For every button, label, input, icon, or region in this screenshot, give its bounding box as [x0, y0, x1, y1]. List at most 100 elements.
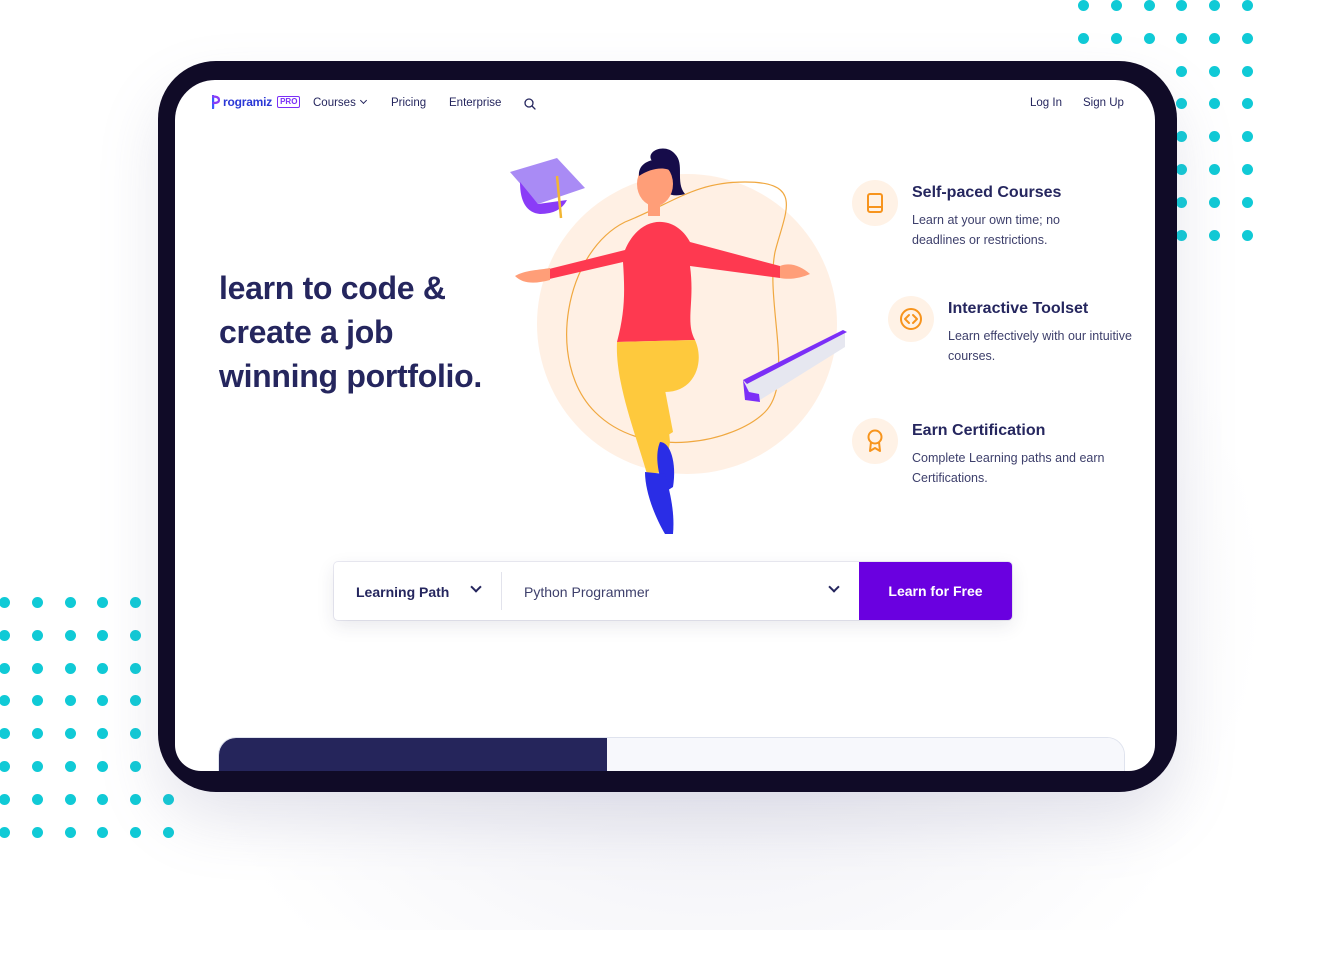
- decorative-dot: [64, 597, 76, 608]
- decorative-dot: [1110, 0, 1122, 11]
- decorative-dot: [1209, 65, 1221, 77]
- graduation-cap-icon: [510, 158, 585, 219]
- hero-title-line-1: learn to code &: [219, 270, 446, 306]
- decorative-dot: [97, 597, 109, 608]
- decorative-dot: [97, 728, 109, 740]
- decorative-dot: [130, 728, 142, 740]
- code-icon: [888, 296, 934, 342]
- decorative-dot: [0, 695, 10, 707]
- feature-description: Complete Learning paths and earn Certifi…: [912, 451, 1105, 485]
- decorative-dot: [64, 695, 76, 707]
- decorative-dot: [1078, 32, 1089, 44]
- feature-title: Interactive Toolset: [948, 300, 1089, 317]
- decorative-dot: [130, 793, 142, 805]
- bottom-card-dark-panel: [219, 738, 607, 771]
- chevron-down-icon: [470, 581, 482, 593]
- decorative-dot: [31, 728, 43, 740]
- feature-description: Learn at your own time; no deadlines or …: [912, 213, 1060, 247]
- hero-illustration: [510, 148, 847, 534]
- category-label: Learning Path: [356, 584, 450, 600]
- selected-path-value: Python Programmer: [524, 584, 650, 600]
- decorative-dot: [1242, 65, 1253, 77]
- decorative-dot: [0, 793, 10, 805]
- decorative-dot: [31, 662, 43, 674]
- decorative-dot: [97, 826, 109, 838]
- feature-title: Earn Certification: [912, 422, 1046, 439]
- decorative-dot: [1242, 229, 1253, 241]
- learning-path-search-bar: Learning Path Python Programmer Learn fo…: [334, 562, 1012, 620]
- decorative-dot: [31, 695, 43, 707]
- bottom-card-light-panel: [607, 738, 1124, 771]
- decorative-dot: [97, 793, 109, 805]
- decorative-dot: [1110, 32, 1122, 44]
- decorative-dot: [1242, 32, 1253, 44]
- learn-for-free-button[interactable]: Learn for Free: [859, 562, 1012, 620]
- decorative-dot: [64, 793, 76, 805]
- decorative-dot: [1209, 32, 1221, 44]
- bottom-preview-card: [218, 737, 1125, 771]
- decorative-dot: [0, 597, 10, 608]
- chevron-down-icon: [359, 96, 367, 105]
- decorative-dot: [64, 629, 76, 641]
- decorative-dot: [97, 761, 109, 772]
- navbar: rogramiz PRO Courses Pricing Enterprise …: [175, 80, 1155, 128]
- decorative-dot: [64, 761, 76, 772]
- decorative-dot: [1176, 65, 1188, 77]
- programiz-pro-logo[interactable]: rogramiz PRO: [212, 95, 301, 109]
- feature-title: Self-paced Courses: [912, 184, 1062, 201]
- decorative-dot: [1242, 164, 1253, 175]
- search-icon[interactable]: [524, 98, 536, 110]
- decorative-dot: [1143, 32, 1155, 44]
- decorative-dot: [1176, 0, 1188, 11]
- chevron-down-icon: [828, 581, 840, 593]
- decorative-dot: [31, 597, 43, 608]
- decorative-dot: [0, 629, 10, 641]
- nav-courses-label: Courses: [313, 97, 356, 109]
- decorative-dot: [130, 761, 142, 772]
- decorative-dot: [130, 629, 142, 641]
- feature-description: Learn effectively with our intuitive cou…: [948, 329, 1132, 363]
- decorative-dot: [31, 761, 43, 772]
- decorative-dot: [1209, 229, 1221, 241]
- decorative-dot: [97, 695, 109, 707]
- decorative-dot: [163, 826, 174, 838]
- hero-title-line-2: create a job: [219, 314, 394, 350]
- award-icon: [852, 418, 898, 464]
- decorative-dot: [31, 629, 43, 641]
- nav-enterprise[interactable]: Enterprise: [449, 97, 501, 109]
- decorative-dot: [0, 826, 10, 838]
- decorative-dot: [0, 662, 10, 674]
- decorative-dot: [1209, 196, 1221, 208]
- decorative-dot: [1242, 0, 1253, 11]
- decorative-dot: [130, 662, 142, 674]
- decorative-dot: [0, 728, 10, 740]
- decorative-dot: [31, 826, 43, 838]
- signup-link[interactable]: Sign Up: [1083, 97, 1124, 109]
- decorative-dot: [0, 761, 10, 772]
- logo-pro-badge: PRO: [277, 96, 301, 108]
- decorative-dot: [1176, 32, 1188, 44]
- hero-title: learn to code & create a job winning por…: [219, 266, 539, 398]
- decorative-dot: [97, 629, 109, 641]
- decorative-dot: [1176, 229, 1188, 241]
- book-icon: [852, 180, 898, 226]
- nav-courses[interactable]: Courses: [313, 96, 367, 109]
- decorative-dot: [130, 695, 142, 707]
- decorative-dot: [1209, 0, 1221, 11]
- hero-title-line-3: winning portfolio.: [219, 358, 482, 394]
- divider: [501, 572, 502, 610]
- decorative-dot: [1078, 0, 1089, 11]
- decorative-dot: [31, 793, 43, 805]
- decorative-dot: [97, 662, 109, 674]
- logo-text: rogramiz: [223, 95, 273, 109]
- nav-pricing[interactable]: Pricing: [391, 97, 426, 109]
- decorative-dot: [130, 826, 142, 838]
- decorative-dot: [163, 793, 174, 805]
- decorative-dot: [64, 662, 76, 674]
- decorative-dot: [1242, 196, 1253, 208]
- logo-mark-icon: [212, 95, 220, 109]
- login-link[interactable]: Log In: [1030, 97, 1062, 109]
- tablet-screen: rogramiz PRO Courses Pricing Enterprise …: [175, 80, 1155, 771]
- decorative-dot: [64, 826, 76, 838]
- decorative-dot: [1143, 0, 1155, 11]
